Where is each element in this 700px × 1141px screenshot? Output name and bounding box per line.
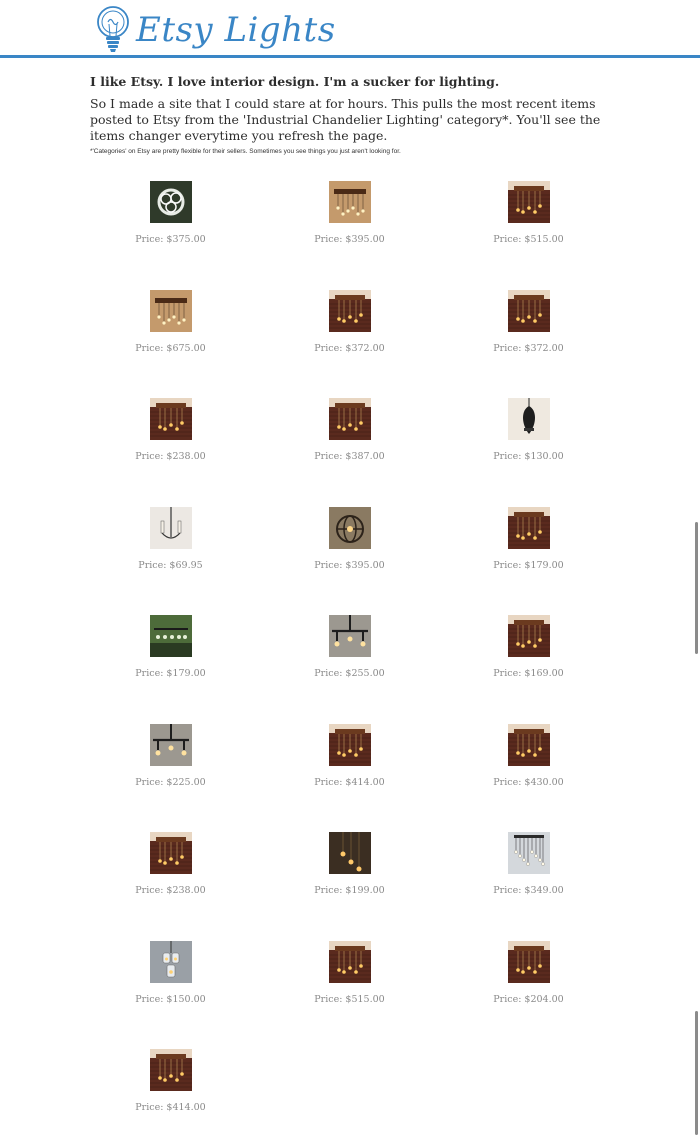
product-price: Price: $69.95 xyxy=(138,559,203,571)
product-price: Price: $150.00 xyxy=(135,993,206,1005)
product-item[interactable]: Price: $515.00 xyxy=(260,940,439,1050)
product-price: Price: $395.00 xyxy=(314,559,385,571)
product-item[interactable]: Price: $199.00 xyxy=(260,832,439,941)
lightbulb-icon xyxy=(97,6,129,52)
product-item[interactable]: Price: $204.00 xyxy=(439,940,618,1050)
product-item[interactable]: Price: $179.00 xyxy=(81,615,260,724)
scrollbar-thumb-upper[interactable] xyxy=(695,522,698,654)
product-price: Price: $238.00 xyxy=(135,885,206,896)
product-item[interactable]: Price: $375.00 xyxy=(81,181,260,290)
product-price: Price: $372.00 xyxy=(493,342,564,354)
product-thumbnail[interactable] xyxy=(328,506,371,549)
scrollbar[interactable] xyxy=(692,0,700,1141)
product-item[interactable]: Price: $255.00 xyxy=(260,615,439,724)
product-thumbnail[interactable] xyxy=(149,940,192,983)
product-grid: Price: $375.00 Price: $395.00 Price: $515.… xyxy=(81,181,618,1141)
product-item[interactable]: Price: $395.00 xyxy=(260,181,439,290)
product-price: Price: $255.00 xyxy=(314,668,385,679)
product-thumbnail[interactable] xyxy=(328,289,371,332)
product-price: Price: $414.00 xyxy=(314,776,385,788)
product-thumbnail[interactable] xyxy=(149,289,192,332)
product-thumbnail[interactable] xyxy=(149,1049,192,1091)
product-thumbnail[interactable] xyxy=(328,615,371,657)
product-item[interactable]: Price: $395.00 xyxy=(260,506,439,616)
product-price: Price: $349.00 xyxy=(493,885,564,896)
product-price: Price: $414.00 xyxy=(135,1102,206,1113)
page: Etsy Lights I like Etsy. I love interior… xyxy=(0,0,700,1141)
product-thumbnail[interactable] xyxy=(328,723,371,766)
product-thumbnail[interactable] xyxy=(149,723,192,766)
product-thumbnail[interactable] xyxy=(149,506,192,549)
product-price: Price: $387.00 xyxy=(314,451,385,462)
product-item[interactable]: Price: $150.00 xyxy=(81,940,260,1050)
product-price: Price: $675.00 xyxy=(135,342,206,354)
product-thumbnail[interactable] xyxy=(507,615,550,657)
product-price: Price: $199.00 xyxy=(314,885,385,896)
intro-body: So I made a site that I could stare at f… xyxy=(90,96,601,143)
product-price: Price: $395.00 xyxy=(314,234,385,245)
product-thumbnail[interactable] xyxy=(149,615,192,657)
product-item[interactable]: Price: $515.00 xyxy=(439,181,618,290)
product-item[interactable]: Price: $675.00 xyxy=(81,289,260,399)
intro-footnote: *'Categories' on Etsy are pretty flexibl… xyxy=(90,148,401,155)
product-price: Price: $225.00 xyxy=(135,776,206,788)
product-thumbnail[interactable] xyxy=(507,506,550,549)
product-price: Price: $430.00 xyxy=(493,776,564,788)
product-item[interactable]: Price: $372.00 xyxy=(439,289,618,399)
product-thumbnail[interactable] xyxy=(507,723,550,766)
scrollbar-thumb-lower[interactable] xyxy=(695,1011,698,1135)
logo-text: Etsy Lights xyxy=(136,10,336,50)
product-thumbnail[interactable] xyxy=(149,181,192,223)
product-item[interactable]: Price: $238.00 xyxy=(81,832,260,941)
product-thumbnail[interactable] xyxy=(149,398,192,440)
product-item[interactable]: Price: $372.00 xyxy=(260,289,439,399)
product-thumbnail[interactable] xyxy=(507,289,550,332)
product-item[interactable]: Price: $430.00 xyxy=(439,723,618,833)
product-item[interactable]: Price: $179.00 xyxy=(439,506,618,616)
product-price: Price: $169.00 xyxy=(493,668,564,679)
product-item[interactable]: Price: $69.95 xyxy=(81,506,260,616)
product-item[interactable]: Price: $387.00 xyxy=(260,398,439,507)
product-thumbnail[interactable] xyxy=(328,832,371,874)
intro-lead: I like Etsy. I love interior design. I'm… xyxy=(90,74,500,89)
product-item[interactable]: Price: $414.00 xyxy=(81,1049,260,1141)
product-price: Price: $179.00 xyxy=(493,559,564,571)
product-price: Price: $375.00 xyxy=(135,234,206,245)
product-item[interactable]: Price: $130.00 xyxy=(439,398,618,507)
product-price: Price: $179.00 xyxy=(135,668,206,679)
product-thumbnail[interactable] xyxy=(328,398,371,440)
product-price: Price: $130.00 xyxy=(493,451,564,462)
product-thumbnail[interactable] xyxy=(507,398,550,440)
site-logo[interactable]: Etsy Lights xyxy=(94,4,336,56)
product-price: Price: $238.00 xyxy=(135,451,206,462)
product-price: Price: $515.00 xyxy=(314,993,385,1005)
product-item[interactable]: Price: $225.00 xyxy=(81,723,260,833)
product-thumbnail[interactable] xyxy=(149,832,192,874)
product-thumbnail[interactable] xyxy=(507,181,550,223)
product-thumbnail[interactable] xyxy=(328,940,371,983)
product-price: Price: $204.00 xyxy=(493,993,564,1005)
product-thumbnail[interactable] xyxy=(507,940,550,983)
product-price: Price: $515.00 xyxy=(493,234,564,245)
intro-section: I like Etsy. I love interior design. I'm… xyxy=(90,74,630,155)
product-item[interactable]: Price: $169.00 xyxy=(439,615,618,724)
product-price: Price: $372.00 xyxy=(314,342,385,354)
product-item[interactable]: Price: $238.00 xyxy=(81,398,260,507)
product-thumbnail[interactable] xyxy=(328,181,371,223)
product-item[interactable]: Price: $349.00 xyxy=(439,832,618,941)
product-item[interactable]: Price: $414.00 xyxy=(260,723,439,833)
product-thumbnail[interactable] xyxy=(507,832,550,874)
site-header: Etsy Lights xyxy=(0,0,700,58)
